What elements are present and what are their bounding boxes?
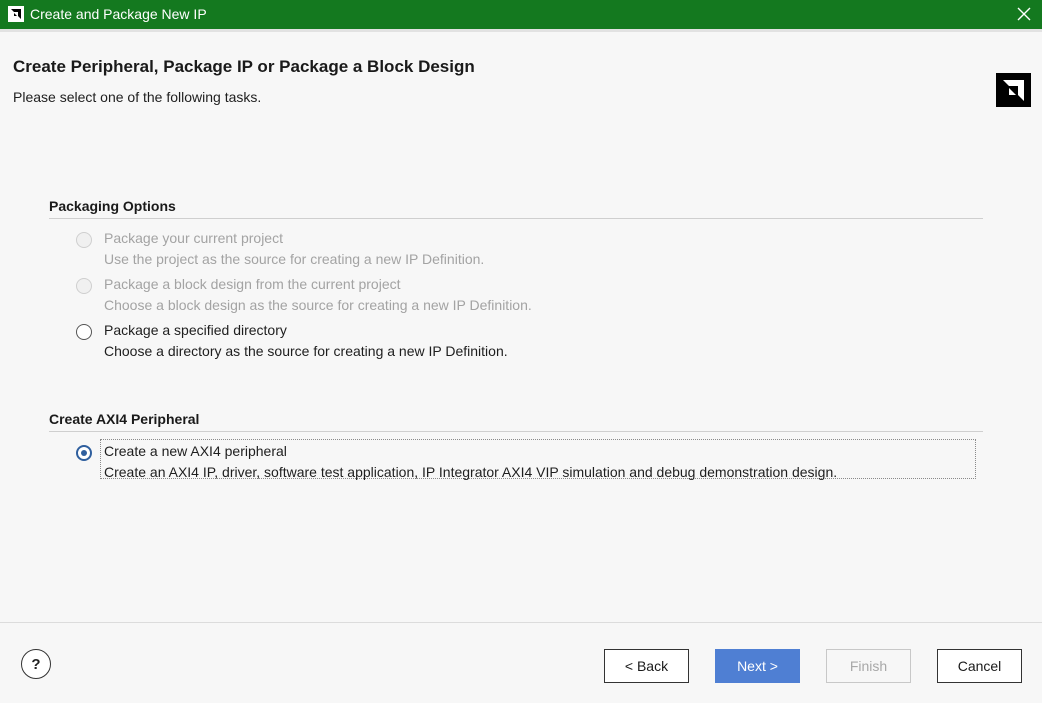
help-button[interactable]: ?: [21, 649, 51, 679]
window-title: Create and Package New IP: [30, 6, 207, 22]
axi4-peripheral-heading: Create AXI4 Peripheral: [49, 411, 200, 427]
package-block-design-description: Choose a block design as the source for …: [104, 297, 532, 313]
packaging-options-divider: [49, 218, 983, 219]
create-axi4-peripheral-radio[interactable]: [76, 445, 92, 461]
package-specified-directory-description: Choose a directory as the source for cre…: [104, 343, 508, 359]
radio-selected-dot: [81, 450, 87, 456]
create-axi4-peripheral-description: Create an AXI4 IP, driver, software test…: [104, 464, 838, 480]
title-bar: Create and Package New IP: [0, 0, 1042, 29]
package-block-design-label: Package a block design from the current …: [104, 276, 401, 292]
back-button[interactable]: < Back: [604, 649, 689, 683]
page-title: Create Peripheral, Package IP or Package…: [13, 57, 475, 76]
footer-divider: [0, 622, 1042, 623]
package-current-project-label: Package your current project: [104, 230, 283, 246]
create-axi4-peripheral-label[interactable]: Create a new AXI4 peripheral: [104, 443, 287, 459]
packaging-options-heading: Packaging Options: [49, 198, 176, 214]
page-subtitle: Please select one of the following tasks…: [13, 89, 262, 105]
header-divider: [0, 29, 1042, 32]
axi4-peripheral-divider: [49, 431, 983, 432]
package-specified-directory-label[interactable]: Package a specified directory: [104, 322, 287, 338]
package-block-design-radio[interactable]: [76, 278, 92, 294]
brand-logo-icon: [996, 73, 1031, 107]
cancel-button[interactable]: Cancel: [937, 649, 1022, 683]
package-specified-directory-radio[interactable]: [76, 324, 92, 340]
app-logo-icon: [8, 6, 24, 22]
finish-button[interactable]: Finish: [826, 649, 911, 683]
package-current-project-description: Use the project as the source for creati…: [104, 251, 485, 267]
close-icon[interactable]: [1014, 4, 1034, 24]
help-icon: ?: [31, 655, 41, 673]
next-button[interactable]: Next >: [715, 649, 800, 683]
package-current-project-radio[interactable]: [76, 232, 92, 248]
